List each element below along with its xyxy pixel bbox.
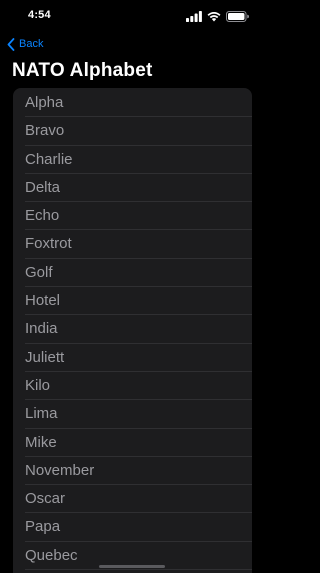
list-item[interactable]: November	[13, 457, 252, 486]
list-item[interactable]: Foxtrot	[13, 230, 252, 260]
list-item[interactable]: Alpha	[13, 89, 252, 118]
battery-icon	[226, 10, 249, 22]
cellular-signal-icon	[186, 10, 202, 22]
wifi-icon	[207, 11, 221, 22]
list-item[interactable]: Charlie	[13, 146, 252, 175]
nato-list: Alpha Bravo Charlie Delta Echo Foxtrot G…	[13, 89, 252, 571]
list-item[interactable]: Delta	[13, 174, 252, 203]
status-time: 4:54	[28, 9, 51, 21]
list-item[interactable]: Juliett	[13, 344, 252, 373]
status-icons	[186, 10, 249, 22]
list-item[interactable]: Golf	[13, 259, 252, 288]
list-item[interactable]: Echo	[13, 202, 252, 231]
list-item[interactable]: Oscar	[13, 485, 252, 514]
back-button[interactable]: Back	[7, 36, 43, 52]
chevron-left-icon	[7, 37, 15, 51]
list-item[interactable]: Papa	[13, 513, 252, 543]
list-item[interactable]: Bravo	[13, 117, 252, 146]
list-item[interactable]: India	[13, 315, 252, 344]
page-title: NATO Alphabet	[12, 60, 153, 81]
home-indicator[interactable]	[99, 565, 165, 568]
list-item[interactable]: Lima	[13, 400, 252, 429]
list-item[interactable]: Mike	[13, 429, 252, 458]
list-item[interactable]: Hotel	[13, 287, 252, 316]
list-card[interactable]: Alpha Bravo Charlie Delta Echo Foxtrot G…	[13, 88, 252, 573]
list-item[interactable]: Kilo	[13, 372, 252, 401]
status-bar: 4:54	[0, 0, 265, 32]
back-button-label: Back	[19, 38, 44, 50]
